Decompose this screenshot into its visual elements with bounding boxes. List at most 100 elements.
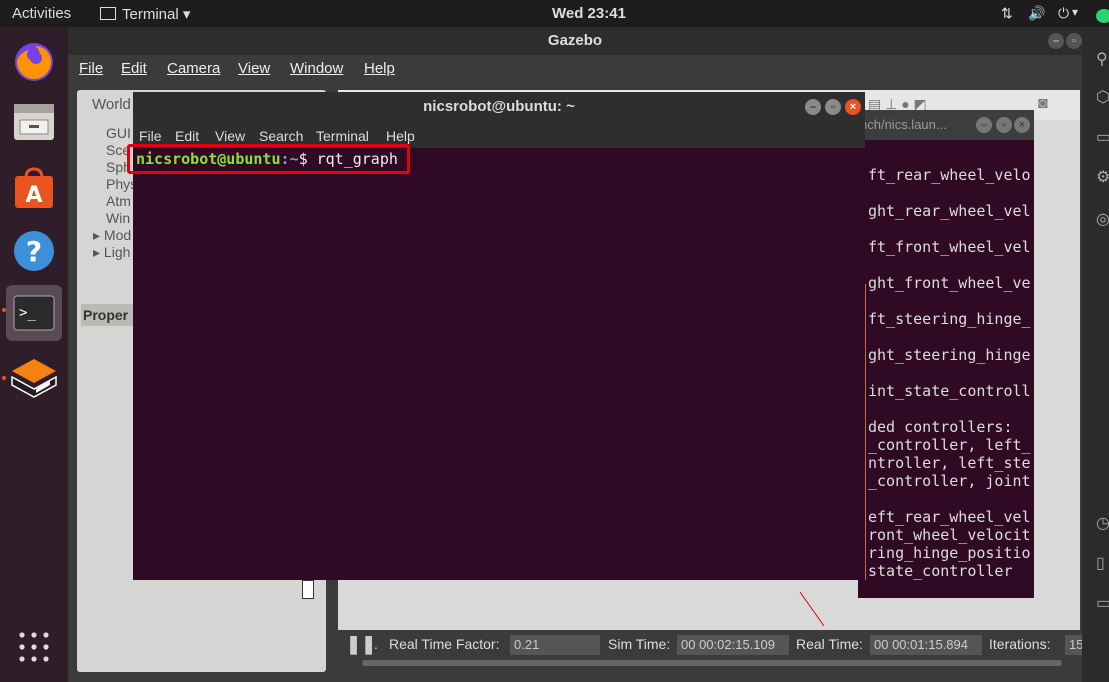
user-icon[interactable]: ⚲ (1096, 49, 1108, 69)
sim-time-value: 00 00:02:15.109 (677, 635, 789, 655)
gazebo-statusbar: ❚❚ . Real Time Factor: 0.21 Sim Time: 00… (338, 630, 1082, 666)
clock[interactable]: Wed 23:41 (552, 5, 626, 22)
dock-firefox[interactable] (6, 33, 62, 89)
tree-item-lights-label: Ligh (103, 244, 131, 260)
terminal-menu-view[interactable]: View (215, 128, 245, 144)
real-time-factor-value: 0.21 (510, 635, 600, 655)
dock: A ? >_ (0, 27, 68, 682)
menu-view[interactable]: View (238, 60, 270, 77)
expand-arrow-icon: ▸ (93, 227, 104, 243)
gazebo-icon (11, 359, 57, 398)
output-line: _controller, joint (868, 472, 1031, 490)
iterations-value: 152 (1065, 635, 1082, 655)
menu-camera[interactable]: Camera (167, 60, 220, 77)
app-menu[interactable]: Terminal ▾ (100, 5, 190, 23)
terminal-menu-search[interactable]: Search (259, 128, 303, 144)
step-separator: . (374, 636, 378, 652)
sim-time-label: Sim Time: (608, 636, 671, 652)
terminal-content[interactable]: nicsrobot@ubuntu:~$ rqt_graph (133, 148, 865, 580)
dock-software[interactable]: A (6, 160, 62, 216)
tab-world[interactable]: World (92, 96, 131, 113)
right-side-panel: ⚲ ⬡ ▭ ⚙ ◎ ◷ ▯ ▭ (1082, 9, 1109, 682)
tree-item-models[interactable]: ▸ Mod (93, 227, 131, 244)
close-icon[interactable]: × (1014, 117, 1030, 133)
dock-show-apps[interactable] (6, 619, 62, 675)
maximize-icon[interactable]: ▫ (1066, 33, 1082, 49)
activities-button[interactable]: Activities (12, 5, 71, 22)
menu-window[interactable]: Window (290, 60, 343, 77)
terminal-menu-file[interactable]: File (139, 128, 162, 144)
power-icon[interactable]: ⏻ (1058, 5, 1069, 22)
output-line: ring_hinge_positio (868, 544, 1031, 562)
gazebo-title: Gazebo (547, 32, 603, 49)
dock-terminal[interactable]: >_ (6, 285, 62, 341)
output-line: ft_steering_hinge_ (868, 310, 1031, 328)
minimize-icon[interactable]: – (976, 117, 992, 133)
software-center-icon: A (15, 167, 53, 208)
minimize-icon[interactable]: – (805, 99, 821, 115)
horizontal-scrollbar[interactable] (362, 660, 1062, 666)
settings-icon[interactable]: ⚙ (1096, 167, 1109, 187)
dock-help[interactable]: ? (6, 223, 62, 279)
back-terminal-titlebar: nch/nics.laun... – ▫ × (858, 110, 1034, 140)
output-line: state_controller (868, 562, 1013, 580)
real-time-label: Real Time: (796, 636, 863, 652)
dock-gazebo[interactable] (6, 351, 62, 407)
command-highlight-box (127, 144, 410, 174)
tree-item-wind[interactable]: Win (106, 210, 130, 226)
window-icon[interactable]: ▭ (1096, 593, 1109, 613)
maximize-icon[interactable]: ▫ (825, 99, 841, 115)
gazebo-titlebar: Gazebo – ▫ (68, 27, 1082, 55)
real-time-value: 00 00:01:15.894 (870, 635, 982, 655)
firefox-icon (15, 43, 53, 81)
terminal-menu-edit[interactable]: Edit (175, 128, 199, 144)
help-icon: ? (14, 231, 54, 271)
chevron-down-icon[interactable]: ▾ (1072, 5, 1078, 19)
maximize-icon[interactable]: ▫ (996, 117, 1012, 133)
terminal-titlebar[interactable]: nicsrobot@ubuntu: ~ – ▫ × (133, 92, 865, 122)
output-line: ght_rear_wheel_vel (868, 202, 1031, 220)
camera-icon[interactable]: ◙ (1038, 95, 1048, 113)
tree-item-lights[interactable]: ▸ Ligh (93, 244, 130, 261)
properties-label: Proper (83, 307, 129, 323)
output-line: ght_front_wheel_ve (868, 274, 1031, 292)
tree-item-models-label: Mod (103, 227, 132, 243)
output-line: _controller, left_ (868, 436, 1031, 454)
output-line: ded controllers: (868, 418, 1013, 436)
iterations-label: Iterations: (989, 636, 1051, 652)
back-terminal-output: ft_rear_wheel_velo ght_rear_wheel_vel ft… (858, 140, 1034, 598)
terminal-icon: >_ (13, 295, 55, 331)
tree-item-atmosphere[interactable]: Atm (106, 193, 131, 209)
cube-icon[interactable]: ⬡ (1096, 87, 1109, 107)
minimize-icon[interactable]: – (1048, 33, 1064, 49)
terminal-menu-help[interactable]: Help (386, 128, 415, 144)
show-apps-icon (19, 632, 49, 662)
output-line: int_state_controll (868, 382, 1031, 400)
terminal-menu-terminal[interactable]: Terminal (316, 128, 369, 144)
svg-text:>_: >_ (19, 305, 36, 321)
globe-icon[interactable]: ◎ (1096, 209, 1109, 229)
app-menu-label: Terminal (122, 6, 179, 23)
files-icon (14, 104, 54, 140)
output-line: ntroller, left_ste (868, 454, 1031, 472)
tree-item-gui[interactable]: GUI (106, 125, 131, 141)
svg-text:A: A (25, 183, 42, 208)
pause-icon[interactable]: ❚❚ (346, 634, 376, 655)
output-line: eft_rear_wheel_vel (868, 508, 1031, 526)
back-terminal-title: nch/nics.laun... (860, 117, 947, 132)
resize-handle[interactable] (302, 580, 314, 599)
menu-help[interactable]: Help (364, 60, 395, 77)
network-icon[interactable]: ⇅ (1001, 5, 1013, 22)
menu-file[interactable]: File (79, 60, 103, 77)
dock-files[interactable] (6, 94, 62, 150)
real-time-factor-label: Real Time Factor: (389, 636, 500, 652)
output-line: ght_steering_hinge (868, 346, 1031, 364)
clock-icon[interactable]: ◷ (1096, 513, 1109, 533)
terminal-small-icon (100, 7, 116, 20)
output-line: ft_rear_wheel_velo (868, 166, 1031, 184)
document-icon[interactable]: ▯ (1096, 553, 1105, 573)
menu-edit[interactable]: Edit (121, 60, 147, 77)
volume-icon[interactable]: 🔊 (1028, 5, 1045, 22)
close-icon[interactable]: × (845, 99, 861, 115)
folder-icon[interactable]: ▭ (1096, 127, 1109, 147)
